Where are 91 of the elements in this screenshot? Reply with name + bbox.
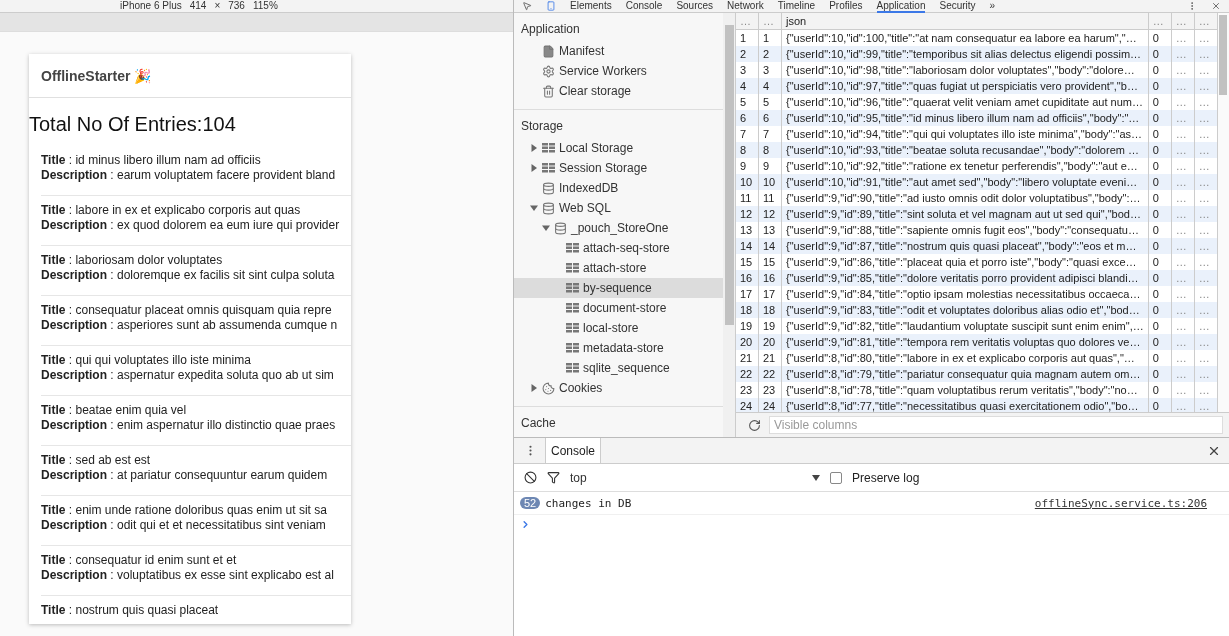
- entry-description: Description : at pariatur consequuntur earum quidem: [41, 468, 329, 483]
- tree-item[interactable]: IndexedDB: [514, 178, 723, 198]
- console-message: changes in DB: [545, 496, 632, 510]
- tree-item[interactable]: document-store: [514, 298, 723, 318]
- device-height[interactable]: 736: [228, 0, 245, 12]
- entry-title: Title : enim unde ratione doloribus quas enim ut sit sa: [41, 503, 328, 518]
- tree-item[interactable]: Service Workers: [514, 61, 723, 81]
- prompt-icon[interactable]: [520, 518, 531, 530]
- tree-item[interactable]: metadata-store: [514, 338, 723, 358]
- inspect-icon[interactable]: [522, 1, 532, 11]
- devtools-tab[interactable]: Console: [625, 0, 663, 13]
- devtools-tab[interactable]: Elements: [570, 0, 612, 13]
- app-title: OfflineStarter 🎉: [41, 67, 152, 84]
- entry-description: Description : doloremque ex facilis sit sint culpa soluta: [41, 268, 336, 283]
- devtools-tab[interactable]: Security: [939, 0, 976, 13]
- file-icon: [542, 44, 555, 58]
- devtools-tab[interactable]: Sources: [676, 0, 714, 13]
- table-icon: [566, 323, 579, 333]
- refresh-icon[interactable]: [748, 418, 761, 432]
- entry-title: Title : consequatur placeat omnis quisquam quia repre: [41, 303, 333, 318]
- entry-title: Title : labore in ex et explicabo corporis aut quas: [41, 203, 302, 218]
- entry-description: Description : asperiores sunt ab assumenda cumque n: [41, 318, 339, 333]
- caret-icon: [812, 474, 820, 481]
- entry-title: Title : beatae enim quia vel: [41, 403, 188, 418]
- expand-triangle-icon[interactable]: [530, 144, 538, 152]
- visible-columns-field[interactable]: Visible columns: [769, 416, 1223, 434]
- table-icon: [566, 243, 579, 253]
- tree-item[interactable]: attach-seq-store: [514, 238, 723, 258]
- table-icon: [566, 283, 579, 293]
- section-heading: Application: [520, 21, 581, 38]
- collapse-triangle-icon[interactable]: [530, 204, 538, 212]
- table-icon: [566, 363, 579, 373]
- database-icon: [554, 221, 567, 235]
- tree-item[interactable]: Manifest: [514, 41, 723, 61]
- entry-title: Title : nostrum quis quasi placeat: [41, 603, 220, 618]
- table-icon: [542, 143, 555, 153]
- entry-description: Description : enim aspernatur illo distinctio quae praes: [41, 418, 337, 433]
- tree-item[interactable]: by-sequence: [514, 278, 723, 298]
- tree-item[interactable]: Cookies: [514, 378, 723, 398]
- tree-item[interactable]: sqlite_sequence: [514, 358, 723, 378]
- more-tabs[interactable]: »: [989, 0, 996, 13]
- table-icon: [566, 303, 579, 313]
- entry-description: Description : odit qui et et necessitatibus sint veniam: [41, 518, 327, 533]
- expand-triangle-icon[interactable]: [530, 164, 538, 172]
- device-name[interactable]: iPhone 6 Plus: [120, 0, 182, 12]
- tree-item[interactable]: attach-store: [514, 258, 723, 278]
- tree-item[interactable]: _pouch_StoreOne: [514, 218, 723, 238]
- context-dropdown[interactable]: top: [570, 470, 820, 485]
- table-icon: [566, 343, 579, 353]
- devtools-tab[interactable]: Network: [727, 0, 764, 13]
- checkbox-label: Preserve log: [852, 470, 920, 485]
- section-heading: Storage: [520, 118, 565, 135]
- column-header[interactable]: json: [782, 13, 1149, 29]
- database-icon: [542, 181, 555, 195]
- entry-description: Description : voluptatibus ex esse sint explicabo est al: [41, 568, 335, 583]
- cookie-icon: [542, 381, 555, 395]
- tree-item[interactable]: Session Storage: [514, 158, 723, 178]
- database-icon: [542, 201, 555, 215]
- settings-icon: [542, 64, 555, 78]
- preserve-log-checkbox[interactable]: [830, 471, 842, 484]
- tree-item[interactable]: Local Storage: [514, 138, 723, 158]
- devtools-tab[interactable]: Timeline: [777, 0, 816, 13]
- table-icon: [542, 163, 555, 173]
- entry-description: Description : ex quod dolorem ea eum iure qui provider: [41, 218, 340, 233]
- tree-item[interactable]: Clear storage: [514, 81, 723, 101]
- entry-title: Title : id minus libero illum nam ad officiis: [41, 153, 262, 168]
- times-sign: ×: [214, 0, 221, 12]
- collapse-triangle-icon[interactable]: [542, 224, 550, 232]
- section-heading: Cache: [520, 415, 557, 432]
- entry-title: Title : sed ab est est: [41, 453, 152, 468]
- entry-description: Description : aspernatur expedita soluta quo ab ut sim: [41, 368, 335, 383]
- entry-title: Title : consequatur id enim sunt et et: [41, 553, 238, 568]
- table-icon: [566, 263, 579, 273]
- filter-icon[interactable]: [547, 471, 560, 484]
- repeat-count: 52: [520, 497, 541, 509]
- drawer-tab[interactable]: Console: [545, 438, 602, 463]
- source-link[interactable]: offlineSync.service.ts:206: [1034, 496, 1207, 510]
- scrollbar[interactable]: [723, 13, 735, 437]
- trash-icon: [542, 84, 555, 98]
- entry-title: Title : laboriosam dolor voluptates: [41, 253, 224, 268]
- close-icon[interactable]: [1211, 1, 1221, 11]
- zoom-level[interactable]: 115%: [252, 0, 278, 12]
- clear-console-icon[interactable]: [524, 471, 537, 484]
- tree-item[interactable]: local-store: [514, 318, 723, 338]
- entry-description: Description : earum voluptatem facere provident bland: [41, 168, 337, 183]
- tree-item[interactable]: Web SQL: [514, 198, 723, 218]
- total-entries: Total No Of Entries:104: [29, 112, 237, 137]
- device-width[interactable]: 414: [189, 0, 207, 12]
- devtools-tab[interactable]: Profiles: [829, 0, 863, 13]
- expand-triangle-icon[interactable]: [530, 384, 538, 392]
- entry-title: Title : qui qui voluptates illo iste minima: [41, 353, 252, 368]
